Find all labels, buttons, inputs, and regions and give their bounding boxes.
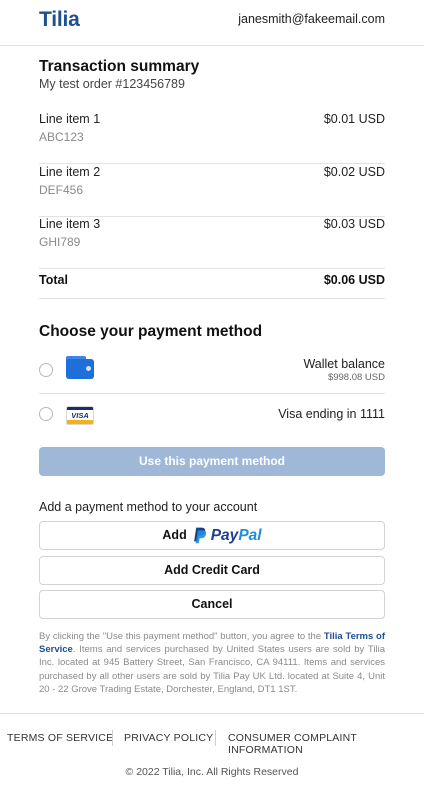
visa-card-icon: VISA [66,406,94,425]
tilia-logo[interactable]: Tilia [39,8,80,32]
footer-privacy-link[interactable]: PRIVACY POLICY [124,732,213,744]
line-item-name: Line item 3 [39,217,101,231]
total-row: Total $0.06 USD [39,259,385,299]
footer-terms-link[interactable]: TERMS OF SERVICE [7,732,113,744]
paypal-add-text: Add [162,528,187,542]
paypal-icon [193,527,206,544]
add-paypal-button[interactable]: Add PayPal [39,521,385,550]
visa-card-stripe-top [67,407,93,410]
paypal-button-content: Add PayPal [162,522,261,549]
line-item-name: Line item 2 [39,165,101,179]
transaction-summary-title: Transaction summary [39,58,200,75]
visa-card-label: Visa ending in 1111 [278,407,385,421]
add-credit-card-button[interactable]: Add Credit Card [39,556,385,585]
paypal-wordmark-pay: Pay [210,527,239,544]
order-description: My test order #123456789 [39,77,185,91]
legal-text: By clicking the "Use this payment method… [39,630,385,696]
footer-separator [215,730,216,746]
header: Tilia janesmith@fakeemail.com [0,0,424,46]
line-item-sku: GHI789 [39,235,81,249]
footer-separator [112,730,113,746]
line-item-price: $0.03 USD [323,217,385,231]
line-item-sku: DEF456 [39,183,84,197]
user-email: janesmith@fakeemail.com [238,12,385,26]
payment-option-wallet[interactable]: Wallet balance $998.08 USD [39,347,385,394]
footer-divider [0,713,424,714]
wallet-radio[interactable] [39,363,53,377]
footer-links: TERMS OF SERVICE PRIVACY POLICY CONSUMER… [0,730,424,756]
wallet-balance-label: Wallet balance [303,357,385,371]
paypal-wordmark-pal: Pal [238,527,262,544]
use-payment-method-button[interactable]: Use this payment method [39,447,385,476]
line-item-price: $0.01 USD [323,112,385,126]
visa-radio[interactable] [39,407,53,421]
total-value: $0.06 USD [323,273,385,287]
legal-text-body: . Items and services purchased by United… [39,644,385,695]
line-item-row: Line item 2 DEF456 $0.02 USD [39,165,385,217]
payment-method-title: Choose your payment method [39,323,263,340]
cancel-button[interactable]: Cancel [39,590,385,619]
footer-complaint-link[interactable]: CONSUMER COMPLAINT INFORMATION [228,732,424,756]
copyright: © 2022 Tilia, Inc. All Rights Reserved [125,766,299,778]
visa-card-stripe-bottom [67,420,93,424]
line-item-price: $0.02 USD [323,165,385,179]
legal-text-intro: By clicking the "Use this payment method… [39,631,324,642]
total-label: Total [39,273,68,287]
line-item-row: Line item 1 ABC123 $0.01 USD [39,112,385,164]
add-payment-method-label: Add a payment method to your account [39,500,258,514]
line-item-name: Line item 1 [39,112,101,126]
wallet-balance-amount: $998.08 USD [327,372,385,383]
wallet-icon [66,359,94,379]
line-item-sku: ABC123 [39,130,84,144]
payment-option-visa[interactable]: VISA Visa ending in 1111 [39,394,385,434]
paypal-wordmark: PayPal [211,522,262,549]
visa-brand-text: VISA [71,411,89,420]
